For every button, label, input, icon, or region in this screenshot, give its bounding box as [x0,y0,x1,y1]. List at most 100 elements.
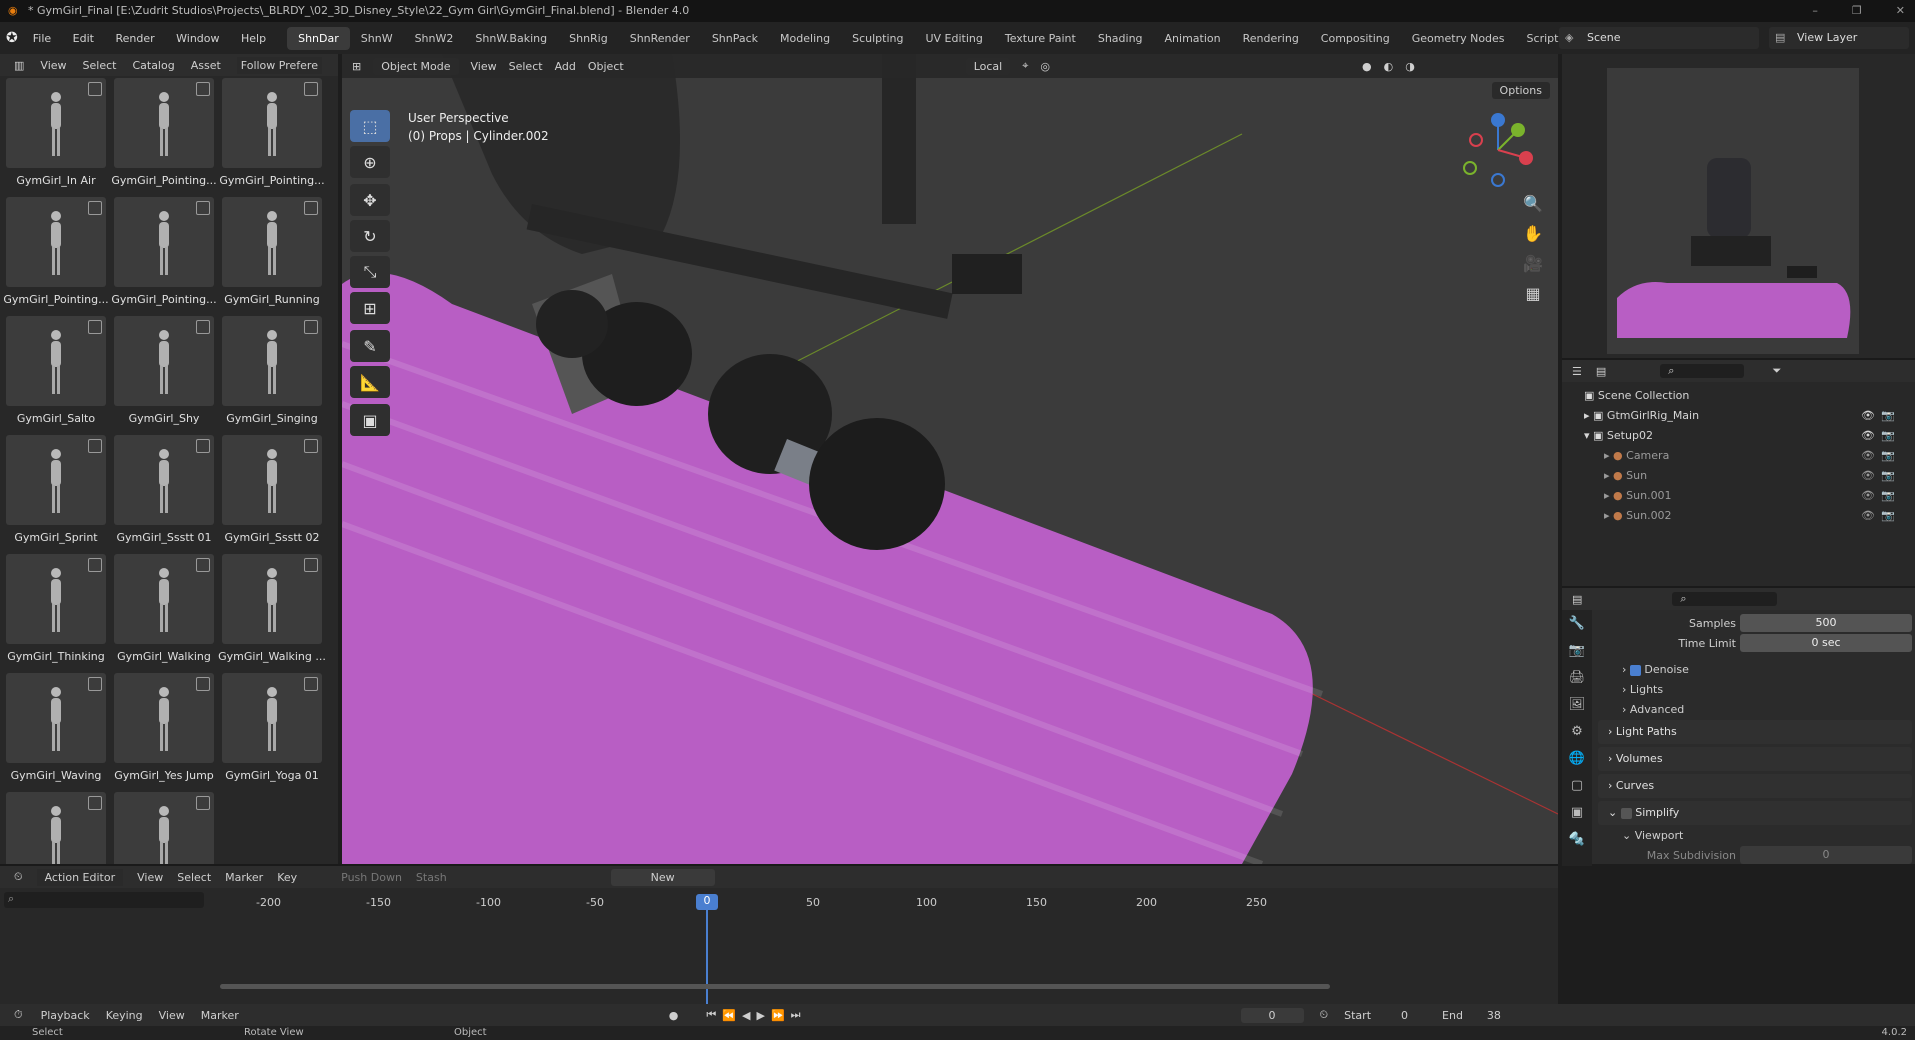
3d-viewport[interactable]: ⊞ Object Mode View Select Add Object Loc… [342,54,1558,864]
visibility-eye-icon[interactable]: 👁 [1861,486,1875,506]
proportional-edit-icon[interactable]: ◎ [1040,60,1050,73]
add-cube-tool[interactable]: ▣ [350,404,390,436]
asset-item[interactable]: GymGirl_Pointing... [3,197,109,316]
timeline-editor-icon[interactable]: ⏱ [14,1008,23,1022]
push-down-button[interactable]: Push Down [341,871,402,884]
edit-asset-icon[interactable] [196,677,210,691]
timeline-scrollbar[interactable] [220,984,1330,989]
asset-item[interactable]: GymGirl_Thinking [6,554,106,673]
asset-item[interactable]: GymGirl_Walking ... [218,554,326,673]
asset-thumbnail[interactable] [114,554,214,644]
outliner-row[interactable]: ▸ ● Sun 👁 📷 [1562,466,1915,486]
follow-prefs-dropdown[interactable]: Follow Prefere [236,56,322,74]
expand-arrow-icon[interactable]: ▾ [1584,429,1593,442]
outliner-row[interactable]: ▸ ● Sun.001 👁 📷 [1562,486,1915,506]
tl-menu-marker[interactable]: Marker [225,871,263,884]
edit-asset-icon[interactable] [196,320,210,334]
edit-asset-icon[interactable] [304,677,318,691]
asset-item[interactable]: GymGirl_In Air [6,78,106,197]
filter-icon[interactable]: ⏷ [1772,364,1781,378]
timeline-search[interactable]: ⌕ [4,892,204,908]
properties-editor-icon[interactable]: ▤ [1572,593,1582,606]
curves-section[interactable]: › Curves [1598,774,1912,798]
edit-asset-icon[interactable] [304,82,318,96]
navigation-gizmo[interactable] [1458,110,1538,190]
pan-hand-icon[interactable]: ✋ [1518,224,1548,250]
playhead-frame-badge[interactable]: 0 [696,894,718,910]
asset-thumbnail[interactable] [6,197,106,287]
asset-item[interactable]: GymGirl_Pointing... [111,78,217,197]
scene-selector[interactable]: ◈ Scene [1559,27,1759,49]
asset-menu-view[interactable]: View [40,59,66,72]
asset-thumbnail[interactable] [114,78,214,168]
asset-item[interactable]: GymGirl_Sprint [6,435,106,554]
edit-asset-icon[interactable] [304,558,318,572]
max-subdiv-field[interactable]: 0 [1740,846,1912,864]
asset-item[interactable]: GymGirl_Shy [114,316,214,435]
asset-menu-select[interactable]: Select [83,59,117,72]
edit-asset-icon[interactable] [304,439,318,453]
shading-render-icon[interactable]: ◑ [1405,60,1415,73]
asset-item[interactable]: GymGirl_Yes Jump [114,673,214,792]
asset-item[interactable]: GymGirl_Waving [6,673,106,792]
expand-arrow-icon[interactable]: ▸ [1604,449,1613,462]
samples-field[interactable]: 500 [1740,614,1912,632]
jump-start-icon[interactable]: ⏮ [706,1008,716,1022]
play-reverse-icon[interactable]: ◀ [742,1009,750,1022]
vp-menu-view[interactable]: View [471,60,497,73]
select-box-tool[interactable]: ⬚ [350,110,390,142]
workspace-tab[interactable]: ShnPack [701,27,769,50]
scale-tool[interactable]: ⤡ [350,256,390,288]
record-icon[interactable]: ● [669,1009,679,1022]
output-tab-icon[interactable]: 🖨 [1562,664,1592,691]
menu-edit[interactable]: Edit [73,32,94,45]
asset-item[interactable]: GymGirl_Ssstt 02 [222,435,322,554]
menu-help[interactable]: Help [241,32,266,45]
workspace-tab[interactable]: ShnDar [287,26,350,50]
shading-material-icon[interactable]: ◐ [1384,60,1394,73]
visibility-eye-icon[interactable]: 👁 [1861,506,1875,526]
asset-menu-catalog[interactable]: Catalog [132,59,174,72]
workspace-tab[interactable]: Animation [1154,27,1232,50]
asset-thumbnail[interactable] [114,197,214,287]
edit-asset-icon[interactable] [196,201,210,215]
workspace-tab[interactable]: Compositing [1310,27,1401,50]
modifier-tab-icon[interactable]: 🔩 [1562,826,1592,853]
edit-asset-icon[interactable] [88,558,102,572]
edit-asset-icon[interactable] [304,320,318,334]
editor-mode-dropdown[interactable]: Action Editor [36,868,124,886]
workspace-tab[interactable]: Modeling [769,27,841,50]
edit-asset-icon[interactable] [88,201,102,215]
close-button[interactable]: ✕ [1896,0,1905,22]
pb-view-menu[interactable]: View [159,1009,185,1022]
asset-item[interactable]: GymGirl_Salto [6,316,106,435]
asset-item[interactable]: GymGirl_Ssstt 01 [114,435,214,554]
view-layer-selector[interactable]: ▤ View Layer [1769,27,1909,49]
clock-icon[interactable]: ⏲ [1320,1008,1329,1022]
menu-render[interactable]: Render [115,32,154,45]
pb-marker-menu[interactable]: Marker [201,1009,239,1022]
edit-asset-icon[interactable] [88,320,102,334]
tl-menu-view[interactable]: View [137,871,163,884]
editor-type-icon[interactable]: ▥ [14,59,24,72]
asset-thumbnail[interactable] [222,316,322,406]
advanced-row[interactable]: › Advanced [1598,700,1912,720]
edit-asset-icon[interactable] [88,439,102,453]
measure-tool[interactable]: 📐 [350,366,390,398]
scene-collection-row[interactable]: ▣ Scene Collection [1562,386,1915,406]
light-paths-section[interactable]: › Light Paths [1598,720,1912,744]
visibility-eye-icon[interactable]: 👁 [1861,406,1875,426]
workspace-tab[interactable]: ShnW.Baking [464,27,558,50]
edit-asset-icon[interactable] [88,677,102,691]
asset-thumbnail[interactable] [114,316,214,406]
workspace-tab[interactable]: ShnW2 [404,27,465,50]
edit-asset-icon[interactable] [196,439,210,453]
denoise-row[interactable]: › Denoise [1598,660,1912,680]
object-tab-icon[interactable]: ▣ [1562,799,1592,826]
expand-arrow-icon[interactable]: ▸ [1604,469,1613,482]
mode-dropdown[interactable]: Object Mode [373,57,459,75]
outliner-row[interactable]: ▸ ▣ GtmGirlRig_Main 👁 📷 [1562,406,1915,426]
visibility-eye-icon[interactable]: 👁 [1861,426,1875,446]
outliner-editor-icon[interactable]: ☰ [1572,365,1582,378]
world-tab-icon[interactable]: 🌐 [1562,745,1592,772]
